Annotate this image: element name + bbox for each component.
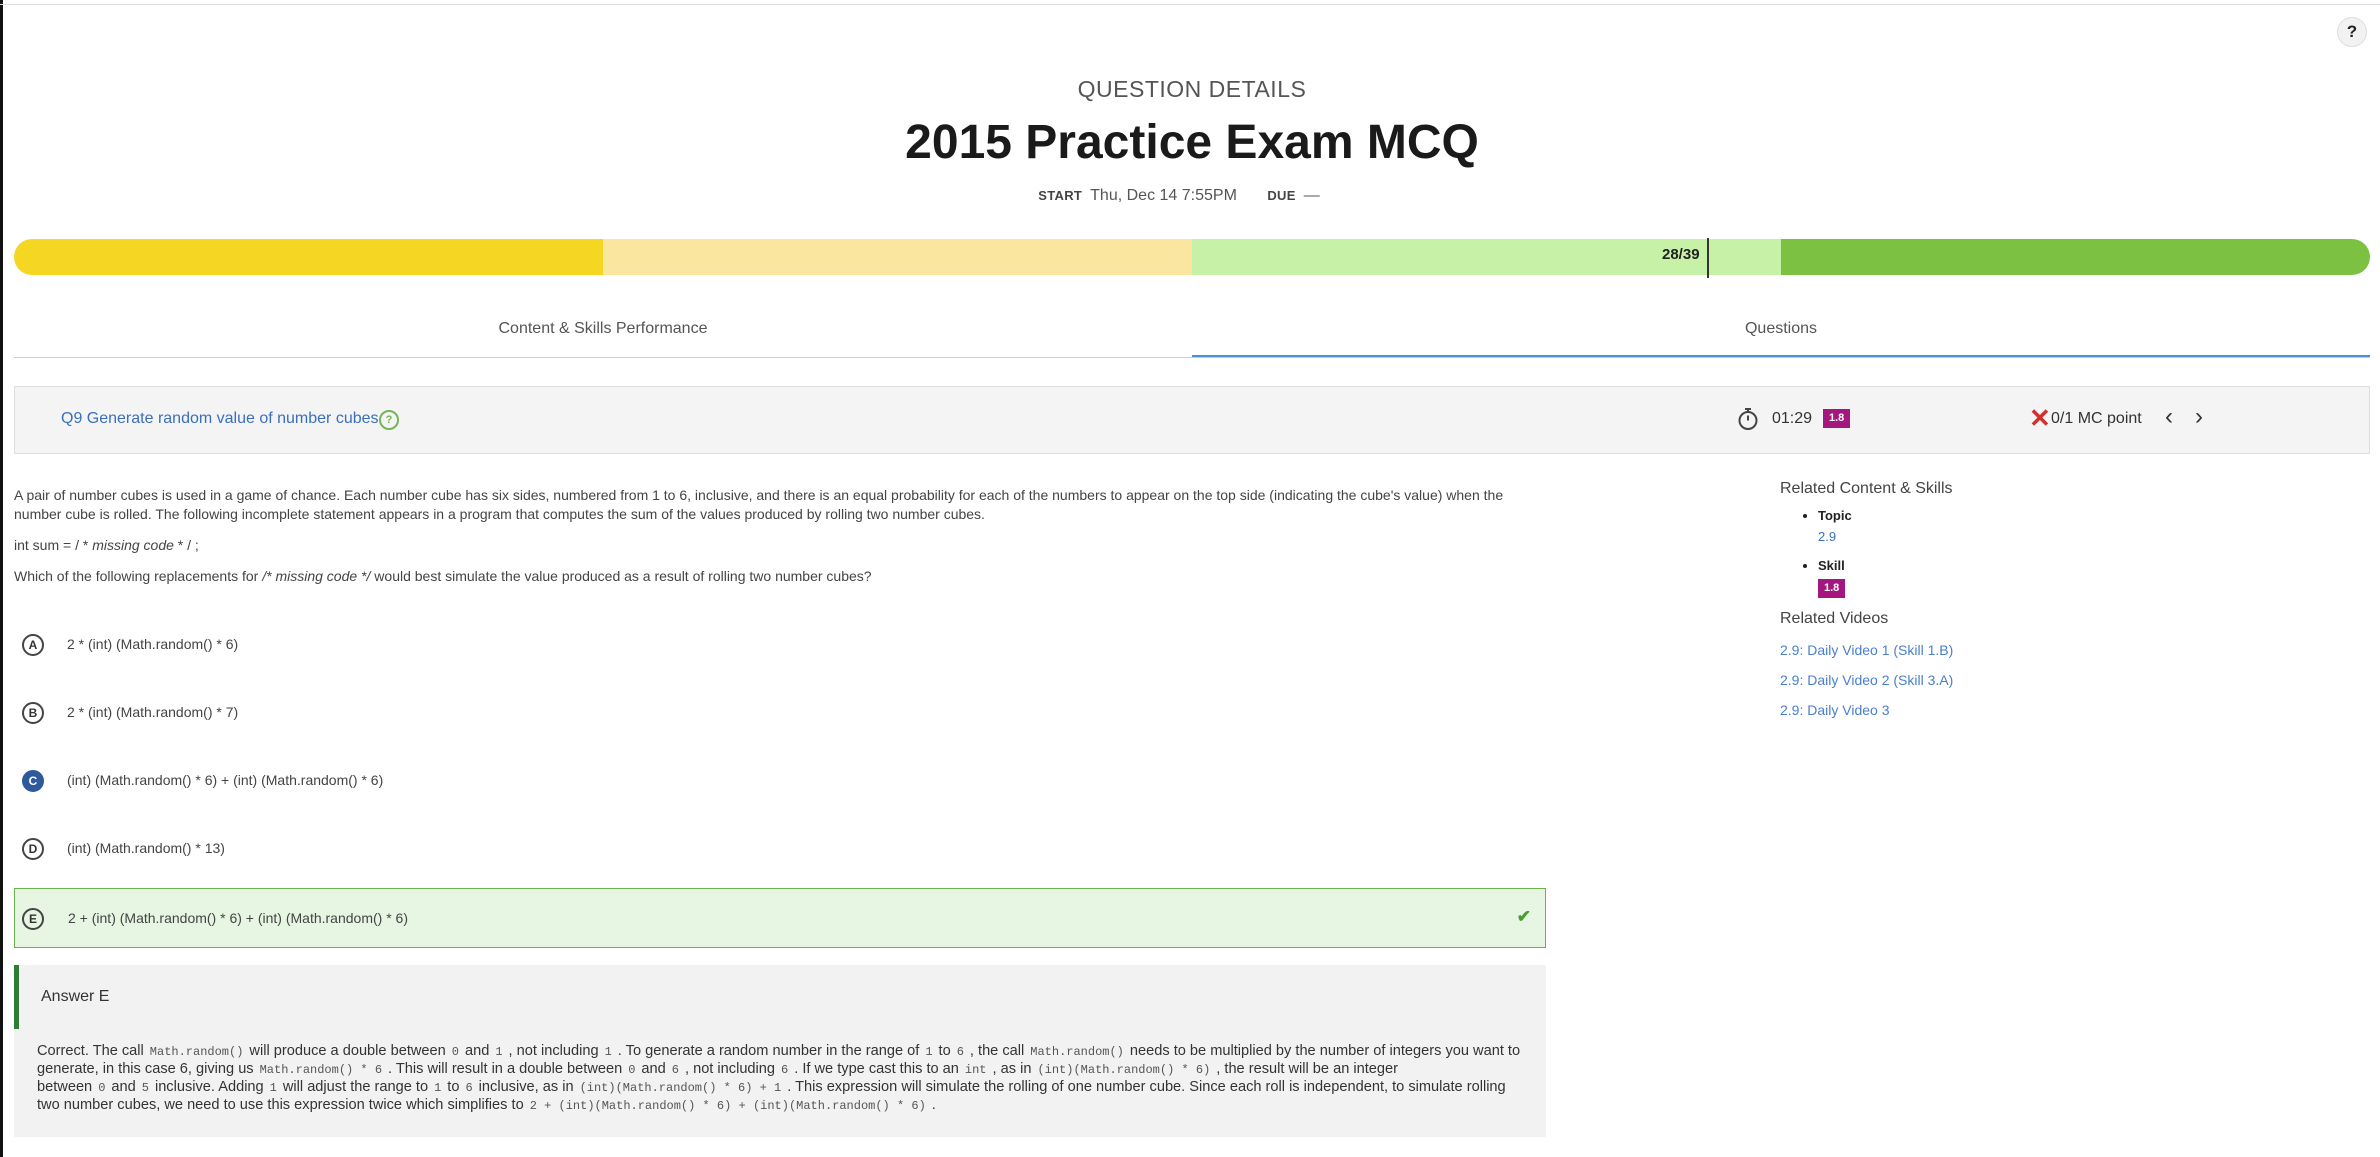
topic-value-link[interactable]: 2.9	[1818, 529, 2340, 544]
skill-badge: 1.8	[1823, 409, 1851, 428]
tab-questions[interactable]: Questions	[1192, 312, 2370, 357]
points-label: 0/1 MC point	[2051, 410, 2142, 427]
stem-paragraph: A pair of number cubes is used in a game…	[14, 487, 1504, 522]
option-text-a: 2 * (int) (Math.random() * 6)	[67, 636, 239, 652]
option-letter-c-selected: C	[22, 770, 44, 792]
video-link[interactable]: 2.9: Daily Video 2 (Skill 3.A)	[1780, 672, 2340, 688]
related-topic: Topic 2.9	[1818, 508, 2340, 544]
due-label: DUE	[1267, 188, 1296, 203]
option-text-b: 2 * (int) (Math.random() * 7)	[67, 704, 239, 720]
question-stem: A pair of number cubes is used in a game…	[14, 486, 1534, 598]
topic-label: Topic	[1818, 508, 1852, 523]
related-videos-list: 2.9: Daily Video 1 (Skill 1.B) 2.9: Dail…	[1780, 642, 2340, 718]
option-text-d: (int) (Math.random() * 13)	[67, 840, 225, 856]
correct-check-icon: ✔	[1516, 907, 1531, 926]
answer-accent-bar	[14, 965, 19, 1029]
stem-code-italic: missing code	[92, 537, 174, 553]
start-value: Thu, Dec 14 7:55PM	[1090, 187, 1237, 204]
help-button[interactable]: ?	[2337, 17, 2367, 47]
option-letter-a: A	[22, 634, 44, 656]
progress-segment-2	[603, 239, 1192, 275]
tab-bar: Content & Skills Performance Questions	[14, 312, 2370, 358]
tab-content-skills[interactable]: Content & Skills Performance	[14, 312, 1192, 357]
option-letter-b: B	[22, 702, 44, 724]
page-eyebrow: QUESTION DETAILS	[1077, 76, 1307, 102]
progress-score-label: 28/39	[1662, 246, 1700, 263]
due-value: —	[1303, 187, 1320, 204]
related-skill: Skill 1.8	[1818, 558, 2340, 598]
progress-marker	[1707, 238, 1709, 278]
previous-question-chevron-icon[interactable]: ‹	[2165, 404, 2173, 430]
video-link[interactable]: 2.9: Daily Video 3	[1780, 702, 2340, 718]
option-letter-d: D	[22, 838, 44, 860]
answer-explanation: Answer E Correct. The call Math.random() w…	[14, 965, 1546, 1137]
stem-question-prefix: Which of the following replacements for	[14, 568, 263, 584]
option-text-e: 2 + (int) (Math.random() * 6) + (int) (M…	[68, 910, 408, 926]
answer-option-d[interactable]: D (int) (Math.random() * 13)	[14, 818, 1546, 878]
related-content-heading: Related Content & Skills	[1780, 480, 1953, 497]
answer-option-c[interactable]: C (int) (Math.random() * 6) + (int) (Mat…	[14, 750, 1546, 810]
option-letter-e: E	[22, 908, 44, 930]
date-row: START Thu, Dec 14 7:55PM DUE —	[0, 187, 2380, 205]
skill-label: Skill	[1818, 558, 1845, 573]
next-question-chevron-icon[interactable]: ›	[2195, 404, 2203, 430]
stem-question-line: Which of the following replacements for …	[14, 567, 1534, 586]
page-title: 2015 Practice Exam MCQ	[905, 116, 1479, 169]
related-panel: Related Content & Skills Topic 2.9 Skill…	[1780, 480, 2340, 718]
answer-option-e-correct[interactable]: E 2 + (int) (Math.random() * 6) + (int) …	[14, 888, 1546, 948]
progress-segment-4	[1781, 239, 2370, 275]
related-videos-heading: Related Videos	[1780, 610, 1889, 627]
answer-explanation-text: Correct. The call Math.random() will produ…	[37, 1043, 1521, 1113]
question-help-icon[interactable]: ?	[379, 410, 399, 430]
related-content-list: Topic 2.9 Skill 1.8	[1780, 508, 2340, 598]
option-text-c: (int) (Math.random() * 6) + (int) (Math.…	[67, 772, 384, 788]
stem-question-italic: /* missing code */	[262, 568, 371, 584]
stopwatch-icon	[1738, 408, 1758, 430]
video-link[interactable]: 2.9: Daily Video 1 (Skill 1.B)	[1780, 642, 2340, 658]
score-progress-bar	[14, 239, 2370, 275]
answer-option-a[interactable]: A 2 * (int) (Math.random() * 6)	[14, 614, 1546, 674]
page-header: QUESTION DETAILS 2015 Practice Exam MCQ …	[0, 76, 2380, 205]
start-label: START	[1038, 188, 1083, 203]
question-title-link[interactable]: Q9 Generate random value of number cubes	[61, 410, 379, 428]
question-time: 01:29	[1772, 410, 1813, 427]
progress-segment-1	[14, 239, 603, 275]
window-top-edge	[0, 0, 2380, 5]
stem-code-line: int sum = / * missing code * / ;	[14, 536, 1534, 555]
answer-option-b[interactable]: B 2 * (int) (Math.random() * 7)	[14, 682, 1546, 742]
answer-title: Answer E	[41, 988, 110, 1005]
incorrect-x-icon: ✕	[2029, 403, 2051, 433]
stem-question-suffix: would best simulate the value produced a…	[370, 568, 872, 584]
skill-value-badge: 1.8	[1818, 579, 1846, 598]
question-header: Q9 Generate random value of number cubes…	[14, 386, 2370, 454]
stem-code-prefix: int sum = / *	[14, 537, 93, 553]
stem-code-suffix: * / ;	[173, 537, 199, 553]
